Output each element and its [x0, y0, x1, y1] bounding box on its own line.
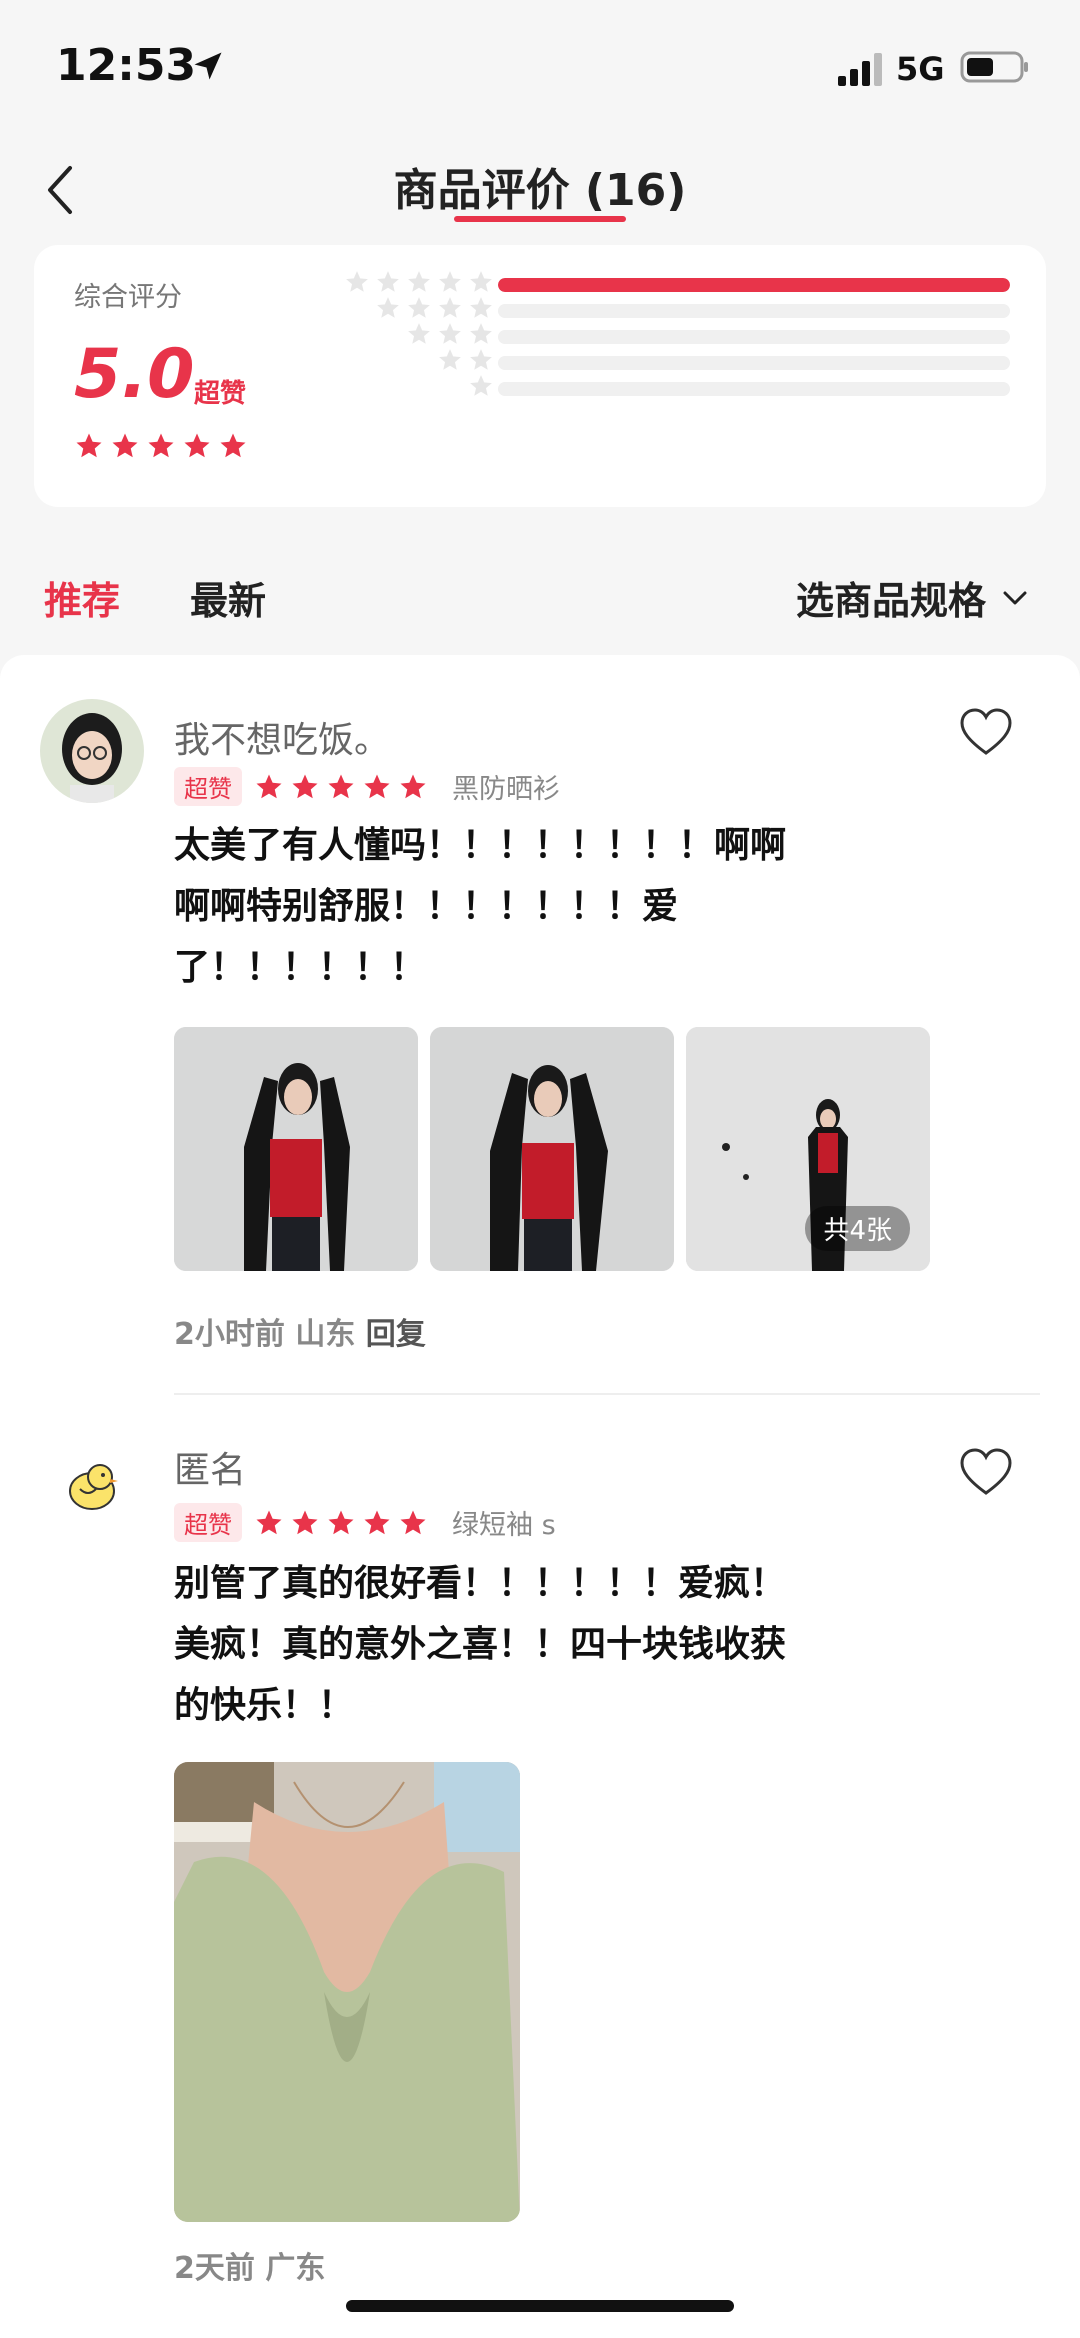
distribution-stars: [344, 269, 494, 295]
review-text-line: 啊啊特别舒服！！！！！！！爱: [174, 886, 679, 927]
nav-bar: 商品评价 (16): [0, 140, 1080, 240]
distribution-row: [34, 373, 1046, 403]
star-icon: [439, 349, 461, 370]
distribution-stars: [437, 347, 494, 373]
title-underline: [454, 216, 626, 222]
distribution-bar-fill: [498, 278, 1010, 292]
distribution-bar: [498, 382, 1010, 396]
tab-latest[interactable]: 最新: [190, 570, 266, 625]
star-icon: [470, 271, 492, 292]
star-icon: [256, 1510, 282, 1534]
distribution-stars: [406, 321, 494, 347]
reply-button[interactable]: 回复: [366, 1317, 426, 1352]
review-meta: 超赞 绿短袖 s: [174, 1503, 556, 1542]
star-icon: [439, 323, 461, 344]
star-icon: [408, 297, 430, 318]
star-icon: [377, 297, 399, 318]
purchased-spec: 绿短袖 s: [452, 1510, 556, 1541]
home-indicator: [346, 2300, 734, 2312]
spec-select-label: 选商品规格: [795, 579, 986, 623]
review-time: 2天前: [174, 2251, 255, 2286]
star-icon: [470, 323, 492, 344]
review-time: 2小时前: [174, 1317, 285, 1352]
review-content: 别管了真的很好看！！！！！！爱疯！ 美疯！真的意外之喜！！四十块钱收获 的快乐！…: [174, 1553, 874, 1736]
review-photos: 共4张: [174, 1027, 930, 1271]
star-icon: [148, 433, 174, 458]
review-content: 太美了有人懂吗！！！！！！！！啊啊 啊啊特别舒服！！！！！！！爱 了！！！！！！: [174, 815, 874, 998]
photo-count-badge: 共4张: [805, 1206, 910, 1251]
review-footer: 2小时前 山东 回复: [174, 1309, 426, 1353]
review-text-line: 了！！！！！！: [174, 947, 427, 988]
star-icon: [400, 774, 426, 798]
star-icon: [76, 433, 102, 458]
status-bar: 12:53 5G: [0, 0, 1080, 140]
review-text-line: 太美了有人懂吗！！！！！！！！啊啊: [174, 825, 787, 866]
star-icon: [470, 375, 492, 396]
rating-badge: 超赞: [174, 767, 242, 806]
star-icon: [377, 271, 399, 292]
review-photo[interactable]: [174, 1027, 418, 1271]
review-meta: 超赞 黑防晒衫: [174, 767, 560, 806]
page-title: 商品评价 (16): [393, 165, 687, 216]
review-region: 广东: [265, 2251, 326, 2286]
star-icon: [220, 433, 246, 458]
reviewer-name: 匿名: [174, 1450, 247, 1491]
purchased-spec: 黑防晒衫: [452, 774, 560, 805]
avatar[interactable]: [40, 1433, 144, 1537]
battery-icon: [960, 51, 1028, 83]
star-icon: [364, 774, 390, 798]
star-icon: [292, 774, 318, 798]
review-footer: 2天前 广东: [174, 2243, 325, 2287]
star-icon: [439, 297, 461, 318]
review-text-line: 美疯！真的意外之喜！！四十块钱收获: [174, 1624, 787, 1665]
star-icon: [328, 774, 354, 798]
cellular-signal-icon: [838, 53, 882, 86]
avatar[interactable]: [40, 699, 144, 803]
review-photo[interactable]: 共4张: [686, 1027, 930, 1271]
star-icon: [408, 271, 430, 292]
star-icon: [112, 433, 138, 458]
reviewer-name: 我不想吃饭。: [174, 720, 391, 761]
star-icon: [364, 1510, 390, 1534]
star-icon: [408, 323, 430, 344]
star-icon: [292, 1510, 318, 1534]
star-icon: [184, 433, 210, 458]
heart-icon[interactable]: [958, 705, 1014, 761]
star-icon: [346, 271, 368, 292]
review-list: 我不想吃饭。 超赞 黑防晒衫 太美了有人懂吗！！！！！！！！啊啊 啊啊特别舒服！…: [0, 655, 1080, 2338]
star-icon: [328, 1510, 354, 1534]
distribution-stars: [468, 373, 494, 399]
chevron-down-icon: [1003, 591, 1027, 604]
rating-summary-card: 综合评分 5.0 超赞: [34, 245, 1046, 507]
distribution-stars: [375, 295, 494, 321]
review-text-line: 别管了真的很好看！！！！！！爱疯！: [174, 1563, 787, 1604]
review-item: 我不想吃饭。 超赞 黑防晒衫 太美了有人懂吗！！！！！！！！啊啊 啊啊特别舒服！…: [0, 655, 1080, 1395]
location-arrow-icon: [194, 52, 222, 80]
overall-star-rating: [74, 431, 248, 461]
star-icon: [256, 774, 282, 798]
rating-badge: 超赞: [174, 1503, 242, 1542]
review-photo[interactable]: [430, 1027, 674, 1271]
review-star-rating: [254, 772, 428, 802]
distribution-bar: [498, 304, 1010, 318]
filter-bar: 推荐 最新 选商品规格: [0, 560, 1080, 630]
distribution-bar: [498, 330, 1010, 344]
star-icon: [400, 1510, 426, 1534]
star-icon: [470, 297, 492, 318]
distribution-bar: [498, 356, 1010, 370]
network-type: 5G: [896, 50, 945, 88]
heart-icon[interactable]: [958, 1445, 1014, 1501]
star-icon: [470, 349, 492, 370]
distribution-bar: [498, 278, 1010, 292]
status-time: 12:53: [56, 40, 197, 91]
tab-recommended[interactable]: 推荐: [44, 570, 120, 625]
review-item: 匿名 超赞 绿短袖 s 别管了真的很好看！！！！！！爱疯！ 美疯！真的意外之喜！…: [0, 1395, 1080, 2338]
spec-select-dropdown[interactable]: 选商品规格: [796, 570, 1028, 625]
review-star-rating: [254, 1508, 428, 1538]
review-text-line: 的快乐！！: [174, 1685, 355, 1726]
review-photo[interactable]: [174, 1762, 520, 2222]
star-icon: [439, 271, 461, 292]
review-region: 山东: [295, 1317, 356, 1352]
